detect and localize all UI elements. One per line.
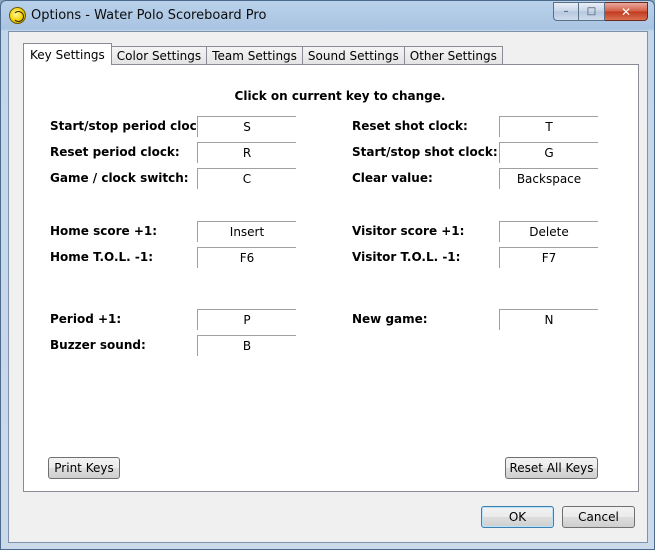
key-visitor-score-plus-one[interactable]: Delete [499, 221, 598, 242]
instruction-text: Click on current key to change. [234, 89, 446, 103]
label-period-plus-one: Period +1: [50, 312, 122, 326]
key-new-game[interactable]: N [499, 309, 598, 330]
label-start-stop-shot-clock: Start/stop shot clock: [352, 145, 498, 159]
cancel-button[interactable]: Cancel [562, 506, 635, 528]
label-start-stop-period-clock: Start/stop period clock: [50, 119, 210, 133]
title-bar[interactable]: Options - Water Polo Scoreboard Pro – □ … [1, 1, 654, 31]
window-title: Options - Water Polo Scoreboard Pro [31, 8, 267, 23]
tab-sound-settings[interactable]: Sound Settings [301, 46, 405, 65]
key-home-tol-minus-one[interactable]: F6 [197, 247, 296, 268]
key-settings-panel: Click on current key to change. Start/st… [23, 64, 639, 492]
water-polo-ball-icon [9, 7, 26, 24]
key-reset-shot-clock[interactable]: T [499, 116, 598, 137]
label-reset-shot-clock: Reset shot clock: [352, 119, 468, 133]
tab-color-settings[interactable]: Color Settings [110, 46, 208, 65]
label-buzzer-sound: Buzzer sound: [50, 338, 146, 352]
close-button[interactable]: ✕ [605, 2, 648, 21]
label-game-clock-switch: Game / clock switch: [50, 171, 189, 185]
tab-key-settings[interactable]: Key Settings [23, 43, 112, 65]
label-clear-value: Clear value: [352, 171, 433, 185]
label-reset-period-clock: Reset period clock: [50, 145, 180, 159]
print-keys-button[interactable]: Print Keys [48, 457, 120, 479]
close-icon: ✕ [620, 4, 632, 19]
tab-team-settings[interactable]: Team Settings [206, 46, 303, 65]
maximize-icon: □ [586, 6, 597, 17]
minimize-button[interactable]: – [553, 2, 579, 21]
options-window: Options - Water Polo Scoreboard Pro – □ … [0, 0, 655, 550]
key-buzzer-sound[interactable]: B [197, 335, 296, 356]
settings-tabs: Key Settings Color Settings Team Setting… [23, 43, 503, 65]
label-visitor-score-plus-one: Visitor score +1: [352, 224, 465, 238]
label-visitor-tol-minus-one: Visitor T.O.L. -1: [352, 250, 461, 264]
label-home-score-plus-one: Home score +1: [50, 224, 158, 238]
key-reset-period-clock[interactable]: R [197, 142, 296, 163]
key-start-stop-shot-clock[interactable]: G [499, 142, 598, 163]
minimize-icon: – [563, 6, 569, 17]
window-controls: – □ ✕ [553, 2, 648, 22]
dialog-client-area: Key Settings Color Settings Team Setting… [8, 31, 648, 543]
key-home-score-plus-one[interactable]: Insert [197, 221, 296, 242]
key-clear-value[interactable]: Backspace [499, 168, 598, 189]
key-period-plus-one[interactable]: P [197, 309, 296, 330]
label-new-game: New game: [352, 312, 428, 326]
maximize-button[interactable]: □ [579, 2, 605, 21]
ok-button[interactable]: OK [481, 506, 554, 528]
tab-other-settings[interactable]: Other Settings [403, 46, 503, 65]
label-home-tol-minus-one: Home T.O.L. -1: [50, 250, 154, 264]
key-game-clock-switch[interactable]: C [197, 168, 296, 189]
key-start-stop-period-clock[interactable]: S [197, 116, 296, 137]
reset-all-keys-button[interactable]: Reset All Keys [505, 457, 598, 479]
key-visitor-tol-minus-one[interactable]: F7 [499, 247, 598, 268]
